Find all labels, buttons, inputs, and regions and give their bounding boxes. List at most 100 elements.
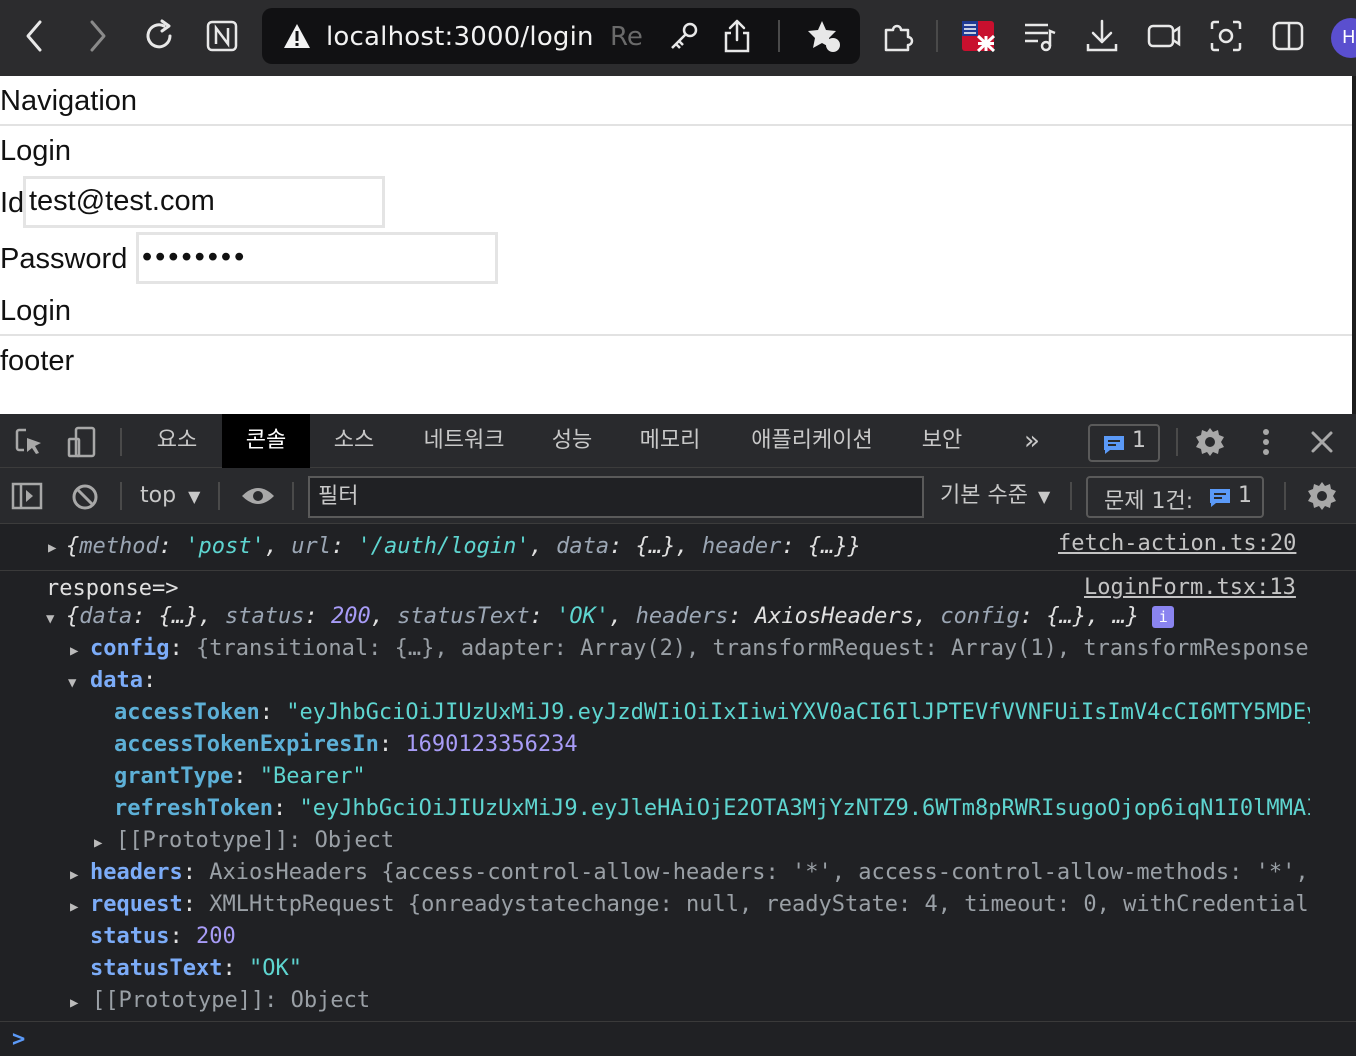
forward-button[interactable] bbox=[78, 14, 118, 58]
close-icon[interactable] bbox=[1308, 428, 1336, 456]
data-property[interactable]: data: bbox=[90, 665, 156, 697]
more-tabs-button[interactable]: » bbox=[1006, 414, 1058, 468]
headers-property[interactable]: headers: AxiosHeaders {access-control-al… bbox=[90, 857, 1310, 889]
downloads-button[interactable] bbox=[1082, 14, 1122, 58]
console-log-request[interactable]: {method: 'post', url: '/auth/login', dat… bbox=[66, 531, 861, 563]
issues-button[interactable]: 문제 1건: 1 bbox=[1086, 476, 1264, 518]
more-options-icon[interactable] bbox=[1258, 426, 1274, 458]
settings-gear-icon[interactable] bbox=[1194, 426, 1226, 458]
prototype-property[interactable]: [[Prototype]]: Object bbox=[92, 985, 370, 1017]
expand-triangle-icon[interactable]: ▶ bbox=[48, 540, 56, 556]
divider bbox=[0, 124, 1352, 126]
back-button[interactable] bbox=[14, 14, 54, 58]
source-link-loginform[interactable]: LoginForm.tsx:13 bbox=[1084, 575, 1296, 600]
screenshot-button[interactable] bbox=[1206, 14, 1246, 58]
issues-count: 1 bbox=[1238, 483, 1252, 508]
console-filter-bar: top ▼ 필터 기본 수준 ▼ 문제 1건: 1 bbox=[0, 468, 1356, 524]
browser-toolbar: localhost:3000/login Re H bbox=[0, 0, 1356, 76]
expand-triangle-icon[interactable]: ▶ bbox=[94, 835, 102, 851]
share-icon[interactable] bbox=[722, 18, 752, 54]
download-icon bbox=[1086, 19, 1118, 52]
id-label: Id bbox=[0, 187, 25, 219]
tab-console[interactable]: 콘솔 bbox=[222, 414, 310, 468]
messages-badge[interactable]: 1 bbox=[1088, 424, 1160, 462]
console-output: ▶ {method: 'post', url: '/auth/login', d… bbox=[0, 525, 1356, 1056]
console-settings-gear-icon[interactable] bbox=[1306, 480, 1338, 512]
notion-icon bbox=[206, 20, 238, 52]
reading-list-button[interactable] bbox=[1020, 14, 1060, 58]
device-toolbar-icon[interactable] bbox=[66, 425, 98, 459]
collapse-triangle-icon[interactable]: ▼ bbox=[68, 675, 76, 691]
password-input[interactable]: •••••••• bbox=[136, 232, 498, 284]
url-suffix: Re bbox=[610, 22, 643, 52]
sidebar-icon bbox=[1272, 21, 1304, 51]
bookmark-star-icon[interactable] bbox=[806, 18, 842, 54]
dropdown-arrow-icon: ▼ bbox=[188, 487, 201, 506]
dropdown-arrow-icon: ▼ bbox=[1037, 487, 1051, 506]
tab-memory[interactable]: 메모리 bbox=[622, 414, 718, 468]
tab-network[interactable]: 네트워크 bbox=[404, 414, 524, 468]
warning-icon bbox=[284, 24, 310, 48]
messages-count: 1 bbox=[1132, 428, 1146, 453]
collapse-triangle-icon[interactable]: ▼ bbox=[46, 611, 54, 627]
flag-icon bbox=[962, 21, 996, 53]
navigation-text: Navigation bbox=[0, 85, 138, 117]
login-button[interactable]: Login bbox=[0, 295, 71, 328]
reload-button[interactable] bbox=[140, 14, 180, 58]
tab-performance[interactable]: 성능 bbox=[536, 414, 608, 468]
clear-console-icon[interactable] bbox=[70, 482, 100, 512]
extensions-button[interactable] bbox=[878, 14, 918, 58]
devtools-panel: 요소 콘솔 소스 네트워크 성능 메모리 애플리케이션 보안 » 1 top ▼ … bbox=[0, 414, 1356, 1056]
inspect-element-icon[interactable] bbox=[14, 427, 44, 457]
profile-avatar[interactable]: H bbox=[1331, 18, 1356, 58]
expand-triangle-icon[interactable]: ▶ bbox=[70, 867, 78, 883]
translate-extension-button[interactable] bbox=[958, 14, 998, 58]
screenshot-icon bbox=[1210, 20, 1242, 52]
tab-elements[interactable]: 요소 bbox=[140, 414, 214, 468]
access-token-expires-property: accessTokenExpiresIn: 1690123356234 bbox=[114, 732, 578, 757]
filter-input[interactable]: 필터 bbox=[308, 476, 924, 518]
media-button[interactable] bbox=[1144, 14, 1184, 58]
divider bbox=[0, 334, 1352, 336]
issues-label: 문제 1건: bbox=[1104, 489, 1194, 514]
status-property: status: 200 bbox=[90, 924, 236, 949]
log-level-selector[interactable]: 기본 수준 ▼ bbox=[940, 468, 1050, 524]
sidebar-toggle-icon[interactable] bbox=[10, 481, 44, 511]
reload-icon bbox=[146, 19, 172, 49]
console-prompt[interactable]: > bbox=[12, 1024, 25, 1056]
chevron-right-icon bbox=[90, 20, 106, 52]
side-panel-button[interactable] bbox=[1268, 14, 1308, 58]
devtools-tabbar: 요소 콘솔 소스 네트워크 성능 메모리 애플리케이션 보안 » 1 bbox=[0, 414, 1356, 468]
expand-triangle-icon[interactable]: ▶ bbox=[70, 899, 78, 915]
tab-security[interactable]: 보안 bbox=[904, 414, 980, 468]
eye-icon[interactable] bbox=[240, 484, 276, 508]
page-heading: Login bbox=[0, 135, 71, 167]
video-icon bbox=[1147, 24, 1181, 48]
key-icon[interactable] bbox=[666, 20, 700, 52]
context-selector[interactable]: top ▼ bbox=[140, 468, 200, 524]
log-level-value: 기본 수준 bbox=[940, 483, 1028, 508]
web-page: Navigation Login Id test@test.com Passwo… bbox=[0, 76, 1356, 414]
info-icon: i bbox=[1152, 606, 1175, 628]
status-text-property: statusText: "OK" bbox=[90, 956, 302, 981]
response-summary[interactable]: {data: {…}, status: 200, statusText: 'OK… bbox=[66, 601, 1175, 633]
expand-triangle-icon[interactable]: ▶ bbox=[70, 643, 78, 659]
message-icon bbox=[1104, 436, 1124, 454]
source-link-fetch-action[interactable]: fetch-action.ts:20 bbox=[1058, 531, 1296, 556]
address-bar[interactable]: localhost:3000/login Re bbox=[262, 8, 860, 64]
tab-sources[interactable]: 소스 bbox=[316, 414, 392, 468]
access-token-property: accessToken: "eyJhbGciOiJIUzUxMiJ9.eyJzd… bbox=[114, 700, 1310, 725]
password-label: Password bbox=[0, 243, 128, 275]
request-property[interactable]: request: XMLHttpRequest {onreadystatecha… bbox=[90, 889, 1310, 921]
playlist-icon bbox=[1025, 23, 1056, 52]
id-input[interactable]: test@test.com bbox=[23, 176, 385, 228]
url-text: localhost:3000/login bbox=[326, 22, 594, 52]
prototype-property[interactable]: [[Prototype]]: Object bbox=[116, 825, 394, 857]
message-icon bbox=[1210, 489, 1230, 507]
notion-extension-button[interactable] bbox=[202, 14, 242, 58]
expand-triangle-icon[interactable]: ▶ bbox=[70, 995, 78, 1011]
grant-type-property: grantType: "Bearer" bbox=[114, 764, 366, 789]
tab-application[interactable]: 애플리케이션 bbox=[736, 414, 888, 468]
refresh-token-property: refreshToken: "eyJhbGciOiJIUzUxMiJ9.eyJl… bbox=[114, 796, 1310, 821]
config-property[interactable]: config: {transitional: {…}, adapter: Arr… bbox=[90, 633, 1310, 665]
